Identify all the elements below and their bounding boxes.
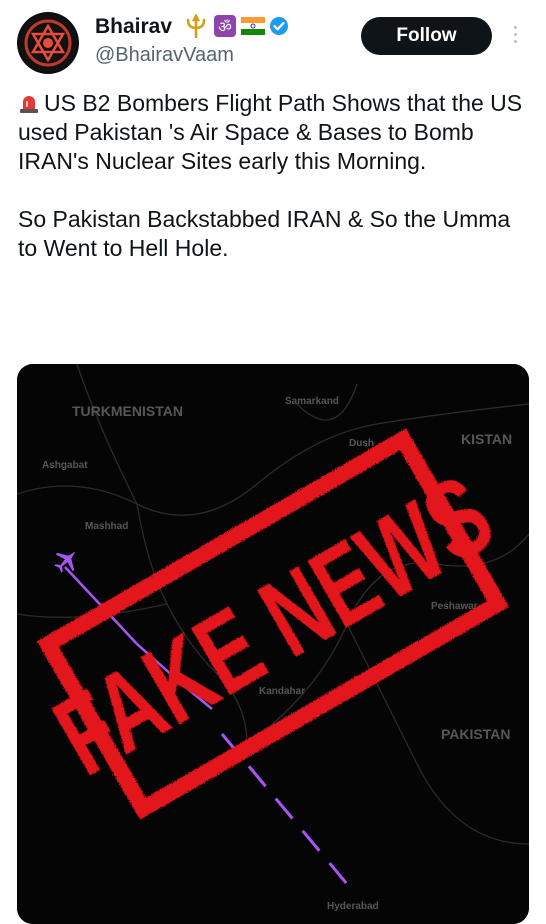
label-mashhad: Mashhad — [85, 521, 128, 532]
flight-map: TURKMENISTAN Samarkand Ashgabat Mashhad … — [17, 364, 529, 924]
tweet-paragraph-1: US B2 Bombers Flight Path Shows that the… — [18, 89, 533, 176]
follow-button[interactable]: Follow — [361, 17, 492, 55]
india-flag-emoji-icon — [241, 17, 265, 35]
tweet-header: Bhairav ॐ @BhairavVaam Follow — [0, 0, 546, 85]
label-turkmenistan: TURKMENISTAN — [72, 403, 183, 419]
avatar[interactable] — [17, 12, 79, 74]
trident-emoji-icon — [186, 14, 206, 38]
label-samarkand: Samarkand — [285, 396, 339, 407]
tweet-paragraph-1-text: US B2 Bombers Flight Path Shows that the… — [18, 90, 523, 174]
more-options-icon[interactable] — [510, 22, 520, 50]
siren-emoji-icon — [20, 96, 38, 113]
avatar-emblem-icon — [19, 14, 77, 72]
verified-badge-icon — [270, 17, 288, 35]
tweet-text: US B2 Bombers Flight Path Shows that the… — [18, 89, 533, 263]
label-ashgabat: Ashgabat — [42, 460, 88, 471]
svg-text:ॐ: ॐ — [218, 18, 232, 36]
label-kistan: KISTAN — [461, 431, 512, 447]
label-dushanbe: Dush — [349, 438, 374, 449]
author-name[interactable]: Bhairav — [95, 15, 172, 39]
om-emoji-icon: ॐ — [214, 15, 236, 37]
author-handle[interactable]: @BhairavVaam — [95, 44, 234, 67]
tweet-paragraph-2: So Pakistan Backstabbed IRAN & So the Um… — [18, 206, 511, 261]
label-pakistan: PAKISTAN — [441, 726, 510, 742]
name-emojis: ॐ — [183, 14, 289, 38]
tweet-image[interactable]: TURKMENISTAN Samarkand Ashgabat Mashhad … — [17, 364, 529, 924]
